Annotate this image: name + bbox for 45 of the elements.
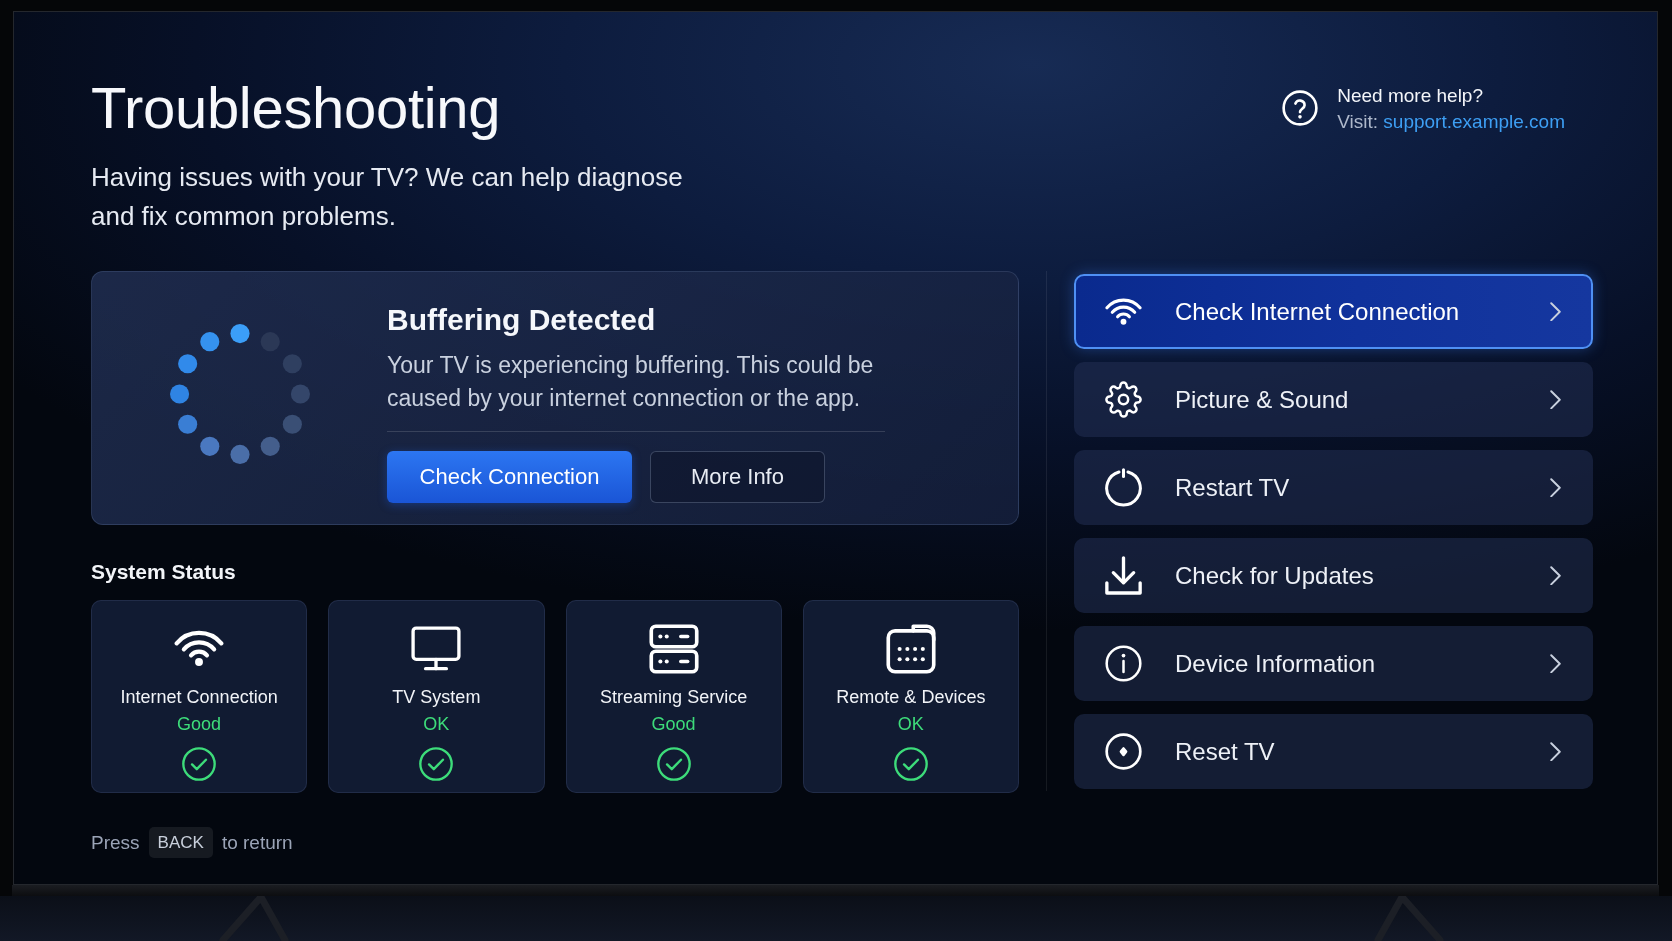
section-heading: System Status [91, 560, 236, 584]
status-value: OK [897, 713, 924, 736]
hint-text: to return [221, 830, 293, 855]
download-icon [1105, 556, 1142, 595]
chevron-right-icon [1550, 389, 1561, 410]
wifi-icon [174, 630, 225, 667]
dial-icon [1105, 733, 1142, 770]
status-value: Good [177, 713, 222, 736]
power-icon [1105, 468, 1142, 507]
check-connection-button[interactable]: Check Connection [387, 451, 632, 503]
hint-text: Press [91, 830, 140, 855]
alert-title: Buffering Detected [387, 302, 656, 338]
monitor-icon [411, 626, 462, 671]
server-icon [648, 623, 699, 674]
menu-item[interactable]: Reset TV [1074, 714, 1593, 789]
back-key: BACK [148, 827, 213, 858]
status-value: Good [651, 713, 696, 736]
loading-spinner-icon [170, 324, 310, 464]
menu-item[interactable]: Device Information [1074, 626, 1593, 701]
support-link[interactable]: support.example.com [1383, 111, 1565, 132]
more-info-button[interactable]: More Info [650, 451, 825, 503]
wifi-icon [1105, 297, 1142, 326]
page-title: Troubleshooting [91, 75, 501, 141]
chevron-right-icon [1550, 301, 1561, 322]
info-icon [1105, 645, 1142, 682]
status-value: OK [423, 713, 450, 736]
chevron-right-icon [1550, 477, 1561, 498]
chevron-right-icon [1550, 653, 1561, 674]
keypad-icon [885, 623, 936, 674]
menu-item[interactable]: Restart TV [1074, 450, 1593, 525]
chevron-right-icon [1550, 741, 1561, 762]
menu-item[interactable]: Picture & Sound [1074, 362, 1593, 437]
help-visit-text: Visit: support.example.com [1337, 110, 1565, 134]
help-title: Need more help? [1337, 84, 1483, 108]
settings-icon [1105, 381, 1142, 418]
menu-item[interactable]: Check for Updates [1074, 538, 1593, 613]
status-name: Internet Connection [120, 686, 278, 709]
status-name: Remote & Devices [836, 686, 986, 709]
status-name: TV System [392, 686, 481, 709]
page-subtitle: Having issues with your TV? We can help diagnose and fix common problems. [91, 161, 684, 233]
menu-item[interactable]: Check Internet Connection [1074, 274, 1593, 349]
status-name: Streaming Service [600, 686, 748, 709]
alert-message: Your TV is experiencing buffering. This could be caused by your internet connection or the app. [387, 351, 875, 413]
help-icon [1282, 90, 1319, 126]
chevron-right-icon [1550, 565, 1561, 586]
